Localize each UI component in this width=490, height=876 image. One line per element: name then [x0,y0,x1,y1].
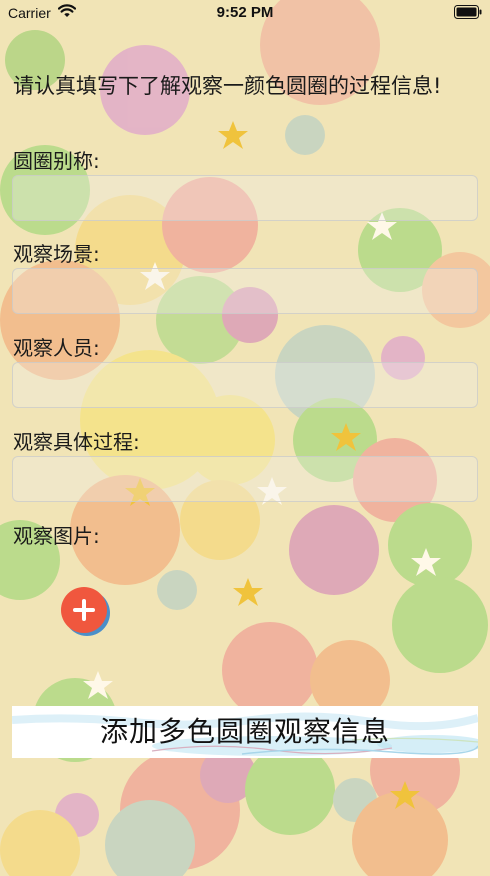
field-label-circle-nickname: 圆圈别称: [13,149,100,173]
field-label-observation-photos: 观察图片: [13,524,100,548]
observation-form: 请认真填写下了解观察一颜色圆圈的过程信息! 圆圈别称: 观察场景: 观察人员: … [0,0,490,876]
field-label-observers: 观察人员: [13,336,100,360]
observation-process-input[interactable] [12,456,478,502]
field-label-observation-process: 观察具体过程: [13,430,140,454]
add-observation-label: 添加多色圆圈观察信息 [99,715,390,748]
plus-icon [73,599,95,621]
observers-input[interactable] [12,362,478,408]
add-photo-button[interactable] [61,587,107,633]
circle-nickname-input[interactable] [12,175,478,221]
form-intro: 请认真填写下了解观察一颜色圆圈的过程信息! [13,74,442,98]
field-label-observation-scene: 观察场景: [13,242,100,266]
add-observation-button[interactable]: 添加多色圆圈观察信息 [12,706,478,758]
observation-scene-input[interactable] [12,268,478,314]
